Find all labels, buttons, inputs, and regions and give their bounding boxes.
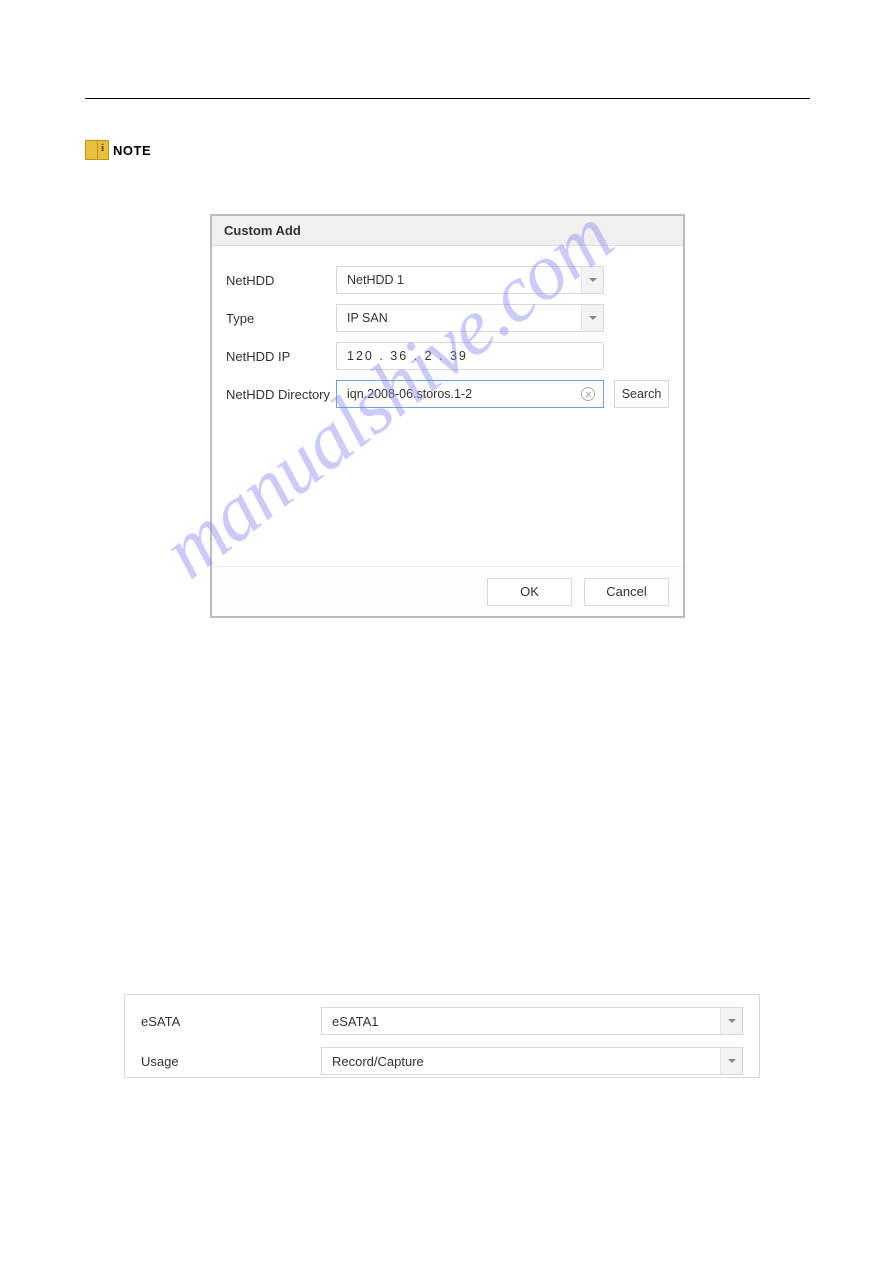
chevron-down-icon: [720, 1048, 742, 1074]
label-esata: eSATA: [141, 1014, 321, 1029]
select-nethdd-value: NetHDD 1: [347, 273, 404, 287]
select-esata[interactable]: eSATA1: [321, 1007, 743, 1035]
select-nethdd[interactable]: NetHDD 1: [336, 266, 604, 294]
select-usage-value: Record/Capture: [332, 1054, 424, 1069]
clear-icon[interactable]: [581, 387, 595, 401]
input-directory[interactable]: iqn.2008-06.storos.1-2: [336, 380, 604, 408]
select-usage[interactable]: Record/Capture: [321, 1047, 743, 1075]
horizontal-rule: [85, 98, 810, 99]
select-type-value: IP SAN: [347, 311, 388, 325]
note-book-icon: [85, 140, 109, 160]
dialog-title-text: Custom Add: [224, 223, 301, 238]
dialog-footer: OK Cancel: [212, 566, 683, 616]
note-label: NOTE: [113, 143, 151, 158]
cancel-button-label: Cancel: [606, 584, 646, 599]
select-type[interactable]: IP SAN: [336, 304, 604, 332]
input-directory-value: iqn.2008-06.storos.1-2: [347, 387, 472, 401]
chevron-down-icon: [581, 305, 603, 331]
dialog-body: NetHDD NetHDD 1 Type IP SAN NetHDD IP 12…: [212, 246, 683, 408]
row-usage: Usage Record/Capture: [141, 1047, 743, 1075]
search-button-label: Search: [622, 387, 662, 401]
label-usage: Usage: [141, 1054, 321, 1069]
row-ip: NetHDD IP 120 . 36 . 2 . 39: [226, 342, 669, 370]
label-nethdd: NetHDD: [226, 273, 336, 288]
input-ip[interactable]: 120 . 36 . 2 . 39: [336, 342, 604, 370]
row-nethdd: NetHDD NetHDD 1: [226, 266, 669, 294]
note-callout: NOTE: [85, 140, 151, 160]
search-button[interactable]: Search: [614, 380, 669, 408]
dialog-title: Custom Add: [212, 216, 683, 246]
row-esata: eSATA eSATA1: [141, 1007, 743, 1035]
label-ip: NetHDD IP: [226, 349, 336, 364]
label-type: Type: [226, 311, 336, 326]
esata-panel: eSATA eSATA1 Usage Record/Capture: [124, 994, 760, 1078]
chevron-down-icon: [581, 267, 603, 293]
ok-button[interactable]: OK: [487, 578, 572, 606]
chevron-down-icon: [720, 1008, 742, 1034]
input-ip-value: 120 . 36 . 2 . 39: [347, 349, 468, 363]
ok-button-label: OK: [520, 584, 539, 599]
cancel-button[interactable]: Cancel: [584, 578, 669, 606]
label-directory: NetHDD Directory: [226, 387, 336, 402]
row-directory: NetHDD Directory iqn.2008-06.storos.1-2 …: [226, 380, 669, 408]
row-type: Type IP SAN: [226, 304, 669, 332]
custom-add-dialog: Custom Add NetHDD NetHDD 1 Type IP SAN N…: [210, 214, 685, 618]
select-esata-value: eSATA1: [332, 1014, 378, 1029]
